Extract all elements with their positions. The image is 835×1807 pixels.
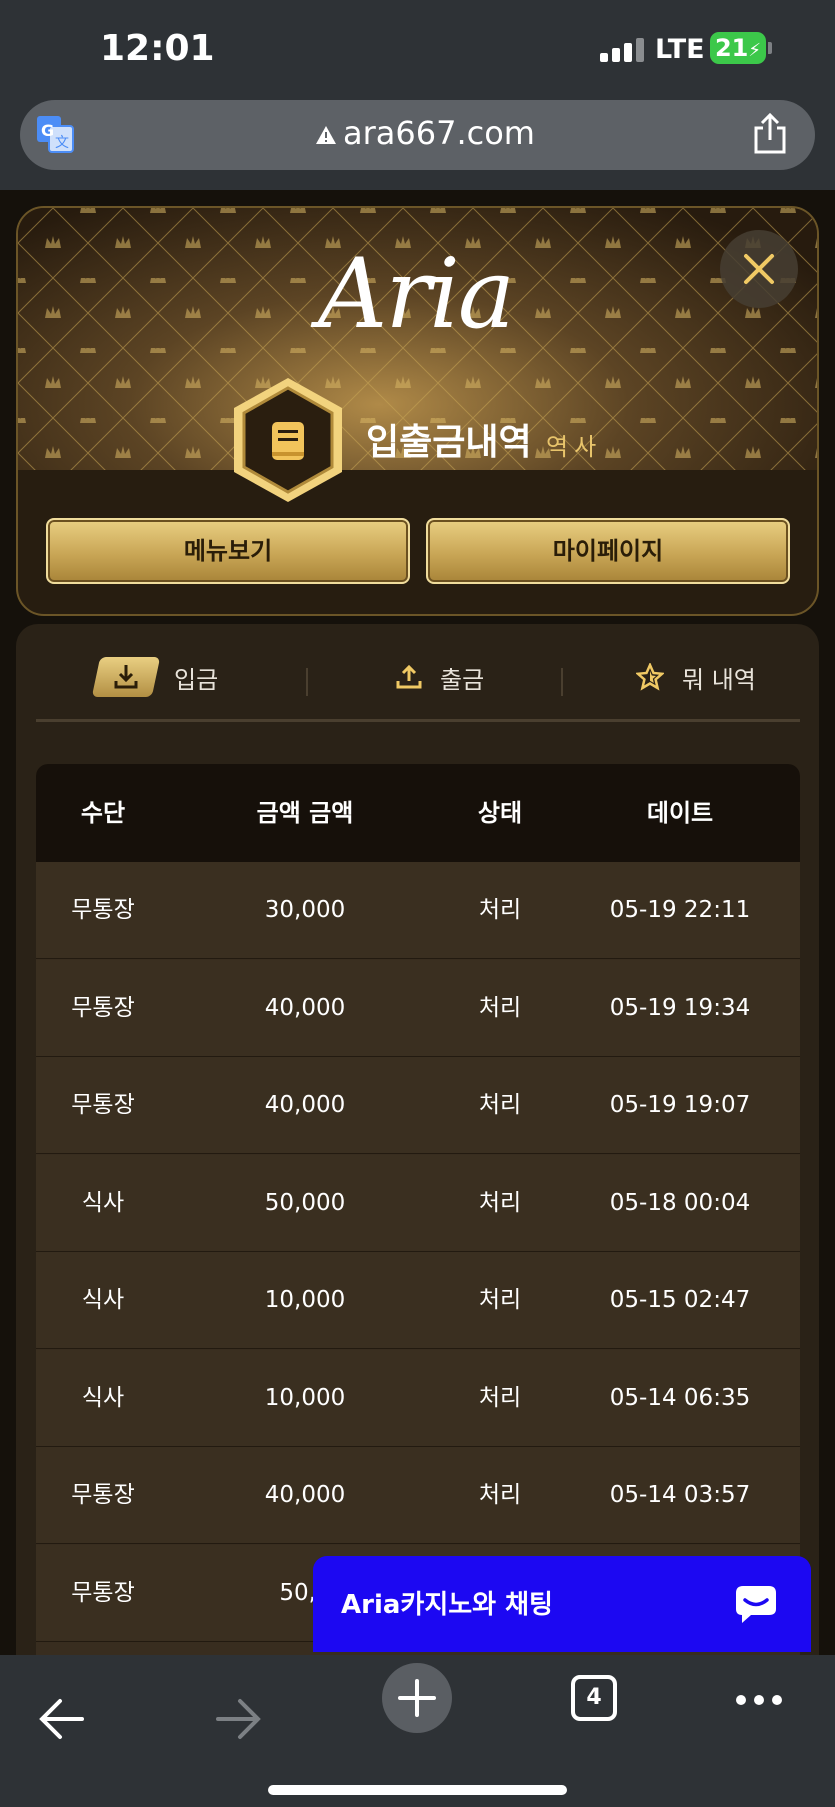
cell-amount: 10,000 xyxy=(264,1384,346,1411)
svg-text:G: G xyxy=(41,121,54,140)
cell-date: 05-14 06:35 xyxy=(609,1384,751,1411)
clock: 12:01 xyxy=(100,28,215,69)
menu-button[interactable]: 메뉴보기 xyxy=(46,518,410,584)
tab-divider xyxy=(306,668,308,696)
cell-status: 처리 xyxy=(478,1384,522,1411)
forward-arrow-icon[interactable] xyxy=(214,1697,262,1741)
cell-amount: 30,000 xyxy=(264,897,346,923)
battery-level: 21 xyxy=(714,34,749,62)
tab-divider xyxy=(561,668,563,696)
cell-date: 05-15 02:47 xyxy=(609,1287,751,1313)
share-icon[interactable] xyxy=(750,112,790,156)
translate-icon[interactable]: G 文 xyxy=(35,114,75,154)
browser-url-area: G 文 ara667.com xyxy=(0,95,835,190)
cell-amount: 50,000 xyxy=(264,1189,346,1216)
warning-icon xyxy=(316,126,336,144)
home-indicator xyxy=(268,1785,567,1795)
cell-amount: 10,000 xyxy=(264,1287,346,1313)
close-icon xyxy=(744,254,774,284)
tab-deposit-label: 입금 xyxy=(174,665,219,694)
cell-method: 식사 xyxy=(81,1384,125,1411)
cell-date: 05-19 19:34 xyxy=(609,994,751,1021)
cell-method: 무통장 xyxy=(71,1579,135,1606)
download-icon xyxy=(91,657,161,697)
column-header-date: 데이트 xyxy=(646,799,714,827)
table-row: 식사 10,000 처리 05-15 02:47 xyxy=(36,1252,800,1349)
tab-withdraw-label: 출금 xyxy=(440,665,485,694)
chat-bubble-icon xyxy=(736,1586,776,1623)
mypage-button[interactable]: 마이페이지 xyxy=(426,518,790,584)
chat-label: Aria카지노와 채팅 xyxy=(341,1590,553,1620)
table-row: 식사 50,000 처리 05-18 00:04 xyxy=(36,1154,800,1252)
battery-nub xyxy=(768,42,772,54)
network-label: LTE xyxy=(655,34,705,65)
svg-text:文: 文 xyxy=(55,135,69,151)
back-arrow-icon[interactable] xyxy=(38,1697,86,1741)
cell-method: 식사 xyxy=(81,1189,125,1216)
url-text[interactable]: ara667.com xyxy=(343,114,535,152)
cell-method: 무통장 xyxy=(71,1092,135,1118)
tab-point-history-label: 뭐 내역 xyxy=(682,665,756,694)
transaction-table: 수단 금액 금액 상태 데이트 무통장 30,000 처리 05-19 22:11 무통… xyxy=(36,764,800,1655)
table-header: 수단 금액 금액 상태 데이트 xyxy=(36,764,800,862)
star-icon xyxy=(636,663,664,691)
web-page: Aria 입출금내역 역사 메뉴보기 마이페이지 입금 출금 뭐 내역 수단 금… xyxy=(0,190,835,1655)
plus-icon xyxy=(398,1679,436,1717)
header-card: Aria 입출금내역 역사 메뉴보기 마이페이지 xyxy=(16,206,819,616)
new-tab-button[interactable] xyxy=(382,1663,452,1733)
cell-amount: 40,000 xyxy=(264,1482,346,1508)
table-row: 무통장 40,000 처리 05-14 03:57 xyxy=(36,1447,800,1544)
page-subtitle: 역사 xyxy=(546,433,603,461)
aria-logo: Aria xyxy=(318,238,515,350)
tab-withdraw[interactable]: 출금 xyxy=(396,654,484,700)
table-row: 무통장 40,000 처리 05-19 19:34 xyxy=(36,959,800,1057)
cell-status: 처리 xyxy=(478,1482,522,1508)
table-row: 무통장 40,000 처리 05-19 19:07 xyxy=(36,1057,800,1154)
cell-date: 05-19 19:07 xyxy=(609,1092,751,1118)
cell-status: 처리 xyxy=(478,994,522,1021)
tabs-button[interactable]: 4 xyxy=(571,1675,617,1721)
cell-date: 05-19 22:11 xyxy=(609,897,751,923)
cell-method: 무통장 xyxy=(71,1482,135,1508)
chat-widget-button[interactable]: Aria카지노와 채팅 xyxy=(313,1556,811,1652)
table-row: 무통장 30,000 처리 05-19 22:11 xyxy=(36,862,800,959)
cell-method: 무통장 xyxy=(71,994,135,1021)
history-panel: 입금 출금 뭐 내역 수단 금액 금액 상태 데이트 무통장 30,000 처리… xyxy=(16,624,819,1655)
cell-method: 식사 xyxy=(81,1287,125,1313)
close-button[interactable] xyxy=(720,230,798,308)
upload-icon xyxy=(396,664,422,689)
cell-amount: 40,000 xyxy=(264,1092,346,1118)
cell-date: 05-14 03:57 xyxy=(609,1482,751,1508)
battery-icon: 21⚡ xyxy=(710,32,766,64)
column-header-status: 상태 xyxy=(477,799,523,827)
table-row: 식사 10,000 처리 05-14 06:35 xyxy=(36,1349,800,1447)
tab-deposit[interactable]: 입금 xyxy=(91,654,219,700)
page-title: 입출금내역 xyxy=(366,422,532,463)
signal-icon xyxy=(600,38,646,62)
cell-date: 05-18 00:04 xyxy=(609,1189,751,1216)
browser-toolbar: 4 xyxy=(0,1655,835,1807)
history-book-icon xyxy=(234,378,342,502)
tab-count: 4 xyxy=(586,1685,602,1710)
tab-point-history[interactable]: 뭐 내역 xyxy=(636,654,756,700)
tab-bar: 입금 출금 뭐 내역 xyxy=(36,624,800,722)
more-icon[interactable] xyxy=(734,1693,784,1707)
column-header-method: 수단 xyxy=(80,799,126,827)
cell-status: 처리 xyxy=(478,1189,522,1216)
address-bar[interactable]: G 文 ara667.com xyxy=(20,100,815,170)
cell-status: 처리 xyxy=(478,1092,522,1118)
cell-amount: 40,000 xyxy=(264,994,346,1021)
cell-method: 무통장 xyxy=(71,897,135,923)
cell-status: 처리 xyxy=(478,1287,522,1313)
cell-status: 처리 xyxy=(478,897,522,923)
status-bar: 12:01 LTE 21⚡ xyxy=(0,0,835,95)
column-header-amount: 금액 금액 xyxy=(256,799,354,827)
